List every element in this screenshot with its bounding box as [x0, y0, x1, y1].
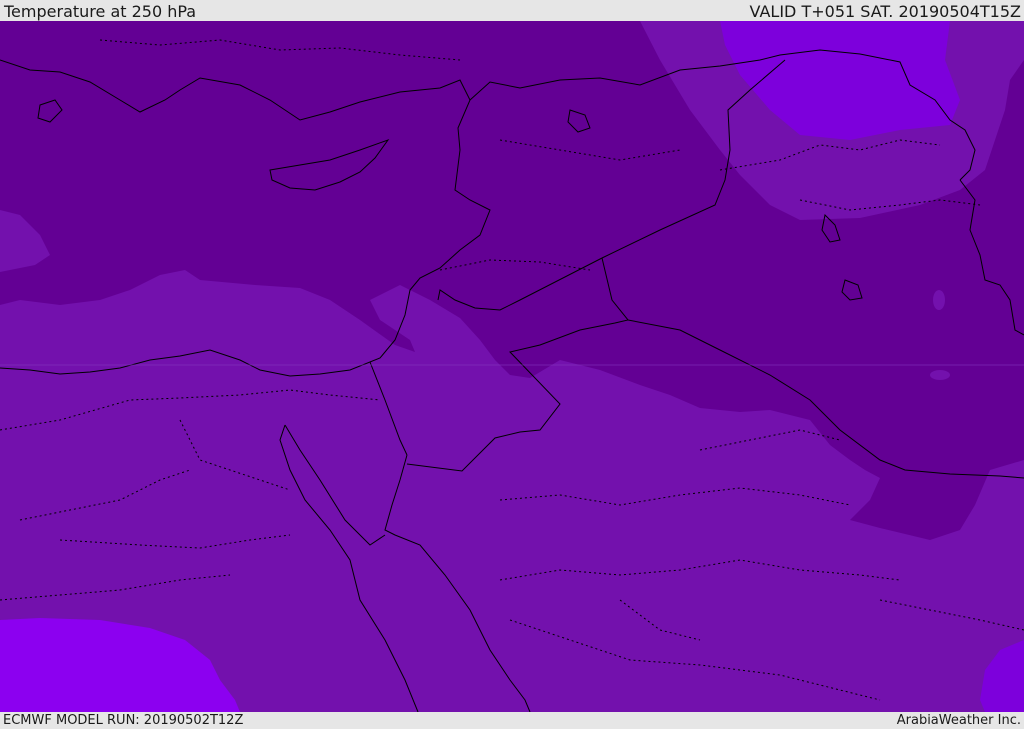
weather-map-frame: Temperature at 250 hPa VALID T+051 SAT. … [0, 0, 1024, 729]
credit-label: ArabiaWeather Inc. [896, 713, 1021, 728]
valid-time: VALID T+051 SAT. 20190504T15Z [749, 2, 1021, 21]
map-header: Temperature at 250 hPa VALID T+051 SAT. … [0, 0, 1024, 21]
map-title: Temperature at 250 hPa [4, 2, 197, 21]
temperature-map[interactable] [0, 21, 1024, 712]
temperature-band-patch [933, 290, 945, 310]
map-footer: ECMWF MODEL RUN: 20190502T12Z ArabiaWeat… [0, 712, 1024, 729]
model-run-label: ECMWF MODEL RUN: 20190502T12Z [3, 713, 244, 728]
map-canvas [0, 21, 1024, 712]
temperature-band-patch [930, 370, 950, 380]
